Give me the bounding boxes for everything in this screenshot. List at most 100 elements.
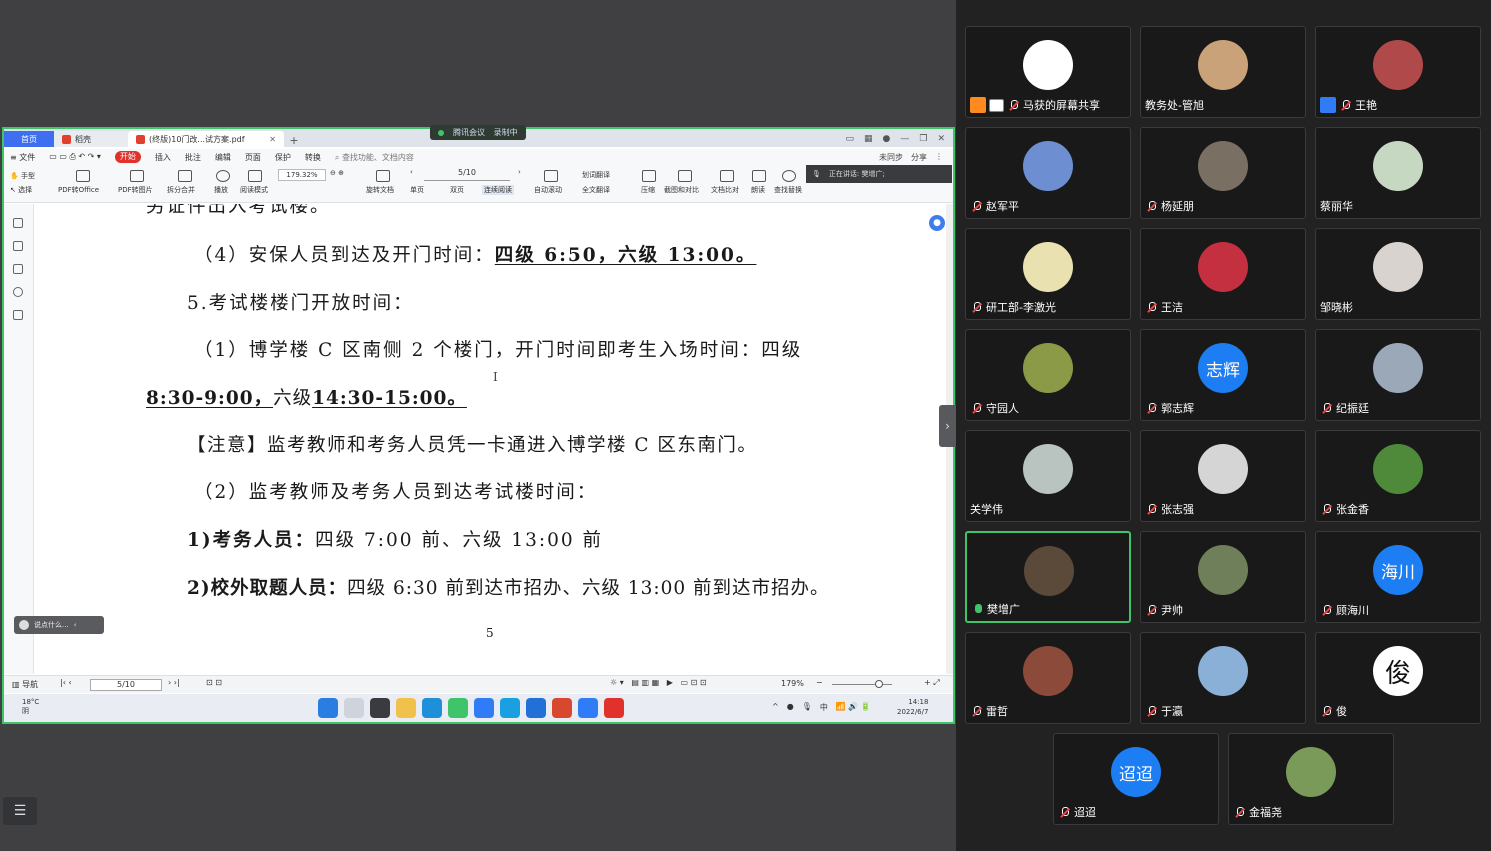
tab-document[interactable]: (终版)10门改...试方案.pdf ✕ [128,131,284,147]
participant-tile[interactable]: 研工部-李激光 [965,228,1131,320]
participant-tile[interactable]: 杨延朋 [1140,127,1306,219]
participant-tile[interactable]: 教务处-管旭 [1140,26,1306,118]
zoom-in-icon[interactable]: + ⤢ [924,678,940,688]
participant-tile[interactable]: 赵军平 [965,127,1131,219]
status-page-input[interactable]: 5/10 [90,679,162,691]
edge-icon[interactable] [422,698,442,718]
thumbnail-icon[interactable] [13,241,23,251]
menu-edit[interactable]: 编辑 [215,152,231,163]
read-mode-button[interactable]: 阅读模式 [240,185,268,195]
signature-icon[interactable] [13,310,23,320]
quick-access-icons[interactable]: ▭ ▭ ⎙ ↶ ↷ ▾ [49,152,101,162]
participant-tile[interactable]: 王洁 [1140,228,1306,320]
menu-search[interactable]: ⌕ 查找功能、文档内容 [335,152,414,163]
chevron-left-icon[interactable]: ‹ [74,621,77,629]
attachment-icon[interactable] [13,287,23,297]
floating-assistant-icon[interactable]: ● [929,215,945,231]
app-blue-icon[interactable] [474,698,494,718]
status-zoom[interactable]: 179% [781,679,804,688]
comment-icon[interactable] [13,264,23,274]
zoom-slider-track[interactable] [832,684,892,685]
participant-tile[interactable]: 樊增广 [965,531,1131,623]
participant-tile[interactable]: 金福尧 [1228,733,1394,825]
search-icon[interactable] [344,698,364,718]
minimize-icon[interactable]: — [900,134,909,144]
compress-button[interactable]: 压缩 [641,185,655,195]
participant-tile[interactable]: 守园人 [965,329,1131,421]
select-tool[interactable]: ↖ 选择 [10,185,35,195]
rotate-button[interactable]: 旋转文档 [366,185,394,195]
wechat-icon[interactable] [448,698,468,718]
menu-file[interactable]: ≡ 文件 [10,152,35,163]
participant-tile[interactable]: 张志强 [1140,430,1306,522]
meeting-app-icon[interactable] [526,698,546,718]
new-tab-button[interactable]: + [284,134,304,147]
windows-start-icon[interactable] [318,698,338,718]
chat-input-bubble[interactable]: 说点什么... ‹ [14,616,104,634]
participant-tile[interactable]: 邹晓彬 [1315,228,1481,320]
split-merge-button[interactable]: 拆分合并 [167,185,195,195]
auto-scroll-button[interactable]: 自动滚动 [534,185,562,195]
avatar-icon[interactable]: ● [883,134,891,144]
next-page-icon[interactable]: › [518,168,521,176]
more-icon[interactable]: ⋮ [935,152,943,163]
ime-indicator[interactable]: 中 [820,702,828,713]
menu-convert[interactable]: 转换 [305,152,321,163]
tray-mic-icon[interactable]: 🎙 [802,702,812,713]
app-star-icon[interactable] [578,698,598,718]
participant-tile[interactable]: 海川 顾海川 [1315,531,1481,623]
tab-home[interactable]: 首页 [4,131,54,147]
continuous-read-button[interactable]: 连续阅读 [482,185,514,195]
menu-protect[interactable]: 保护 [275,152,291,163]
zoom-in-out-icons[interactable]: ⊖ ⊕ [330,169,344,177]
pdf-to-office-button[interactable]: PDF转Office [58,185,99,195]
menu-comment[interactable]: 批注 [185,152,201,163]
zoom-out-icon[interactable]: − [816,678,823,687]
bookmark-icon[interactable] [13,218,23,228]
share-button[interactable]: 分享 [911,152,927,163]
next-last-icons[interactable]: › ›| [168,678,180,687]
participant-tile[interactable]: 马获的屏幕共享 [965,26,1131,118]
zoom-input[interactable]: 179.32% [278,169,326,181]
tray-wechat-icon[interactable]: ● [787,702,794,713]
file-explorer-icon[interactable] [396,698,416,718]
participant-tile[interactable]: 迢迢 迢迢 [1053,733,1219,825]
participant-tile[interactable]: 志辉 郭志辉 [1140,329,1306,421]
tray-chevron-icon[interactable]: ^ [772,702,779,713]
play-button[interactable]: 播放 [214,185,228,195]
meeting-status-pill[interactable]: 腾讯会议 录制中 [430,125,526,140]
close-window-icon[interactable]: ✕ [937,134,945,144]
tab-store[interactable]: 稻壳 [54,131,128,147]
doc-compare-button[interactable]: 文档比对 [711,185,739,195]
participant-tile[interactable]: 蔡丽华 [1315,127,1481,219]
participant-tile[interactable]: 纪振廷 [1315,329,1481,421]
full-translate-button[interactable]: 全文翻译 [582,185,610,195]
network-volume-icons[interactable]: 📶 🔊 🔋 [836,702,871,713]
pdf-to-image-button[interactable]: PDF转图片 [118,185,153,195]
collapse-panel-button[interactable]: › [939,405,956,447]
prev-page-icon[interactable]: ‹ [410,168,413,176]
menu-start[interactable]: 开始 [114,151,141,163]
participant-list-button[interactable]: ☰ [3,797,37,825]
powerpoint-icon[interactable] [552,698,572,718]
emoji-icon[interactable] [19,620,29,630]
wps-icon[interactable] [604,698,624,718]
participant-tile[interactable]: 王艳 [1315,26,1481,118]
double-page-button[interactable]: 双页 [450,185,464,195]
zoom-slider-knob[interactable] [875,680,883,688]
task-view-icon[interactable] [370,698,390,718]
fit-icons[interactable]: ⊡ ⊡ [206,678,222,687]
hand-tool[interactable]: ✋ 手型 [10,171,35,181]
participant-tile[interactable]: 张金香 [1315,430,1481,522]
first-prev-icons[interactable]: |‹ ‹ [60,678,72,687]
restore-icon[interactable]: ❐ [919,134,927,144]
participant-tile[interactable]: 俊俊 [1315,632,1481,724]
single-page-button[interactable]: 单页 [410,185,424,195]
find-replace-button[interactable]: 查找替换 [774,185,802,195]
layout-icon[interactable]: ▭ [845,134,854,144]
menu-page[interactable]: 页面 [245,152,261,163]
read-aloud-button[interactable]: 朗读 [751,185,765,195]
screenshot-compare-button[interactable]: 截图和对比 [664,185,699,195]
close-tab-icon[interactable]: ✕ [269,135,276,144]
participant-tile[interactable]: 尹帅 [1140,531,1306,623]
